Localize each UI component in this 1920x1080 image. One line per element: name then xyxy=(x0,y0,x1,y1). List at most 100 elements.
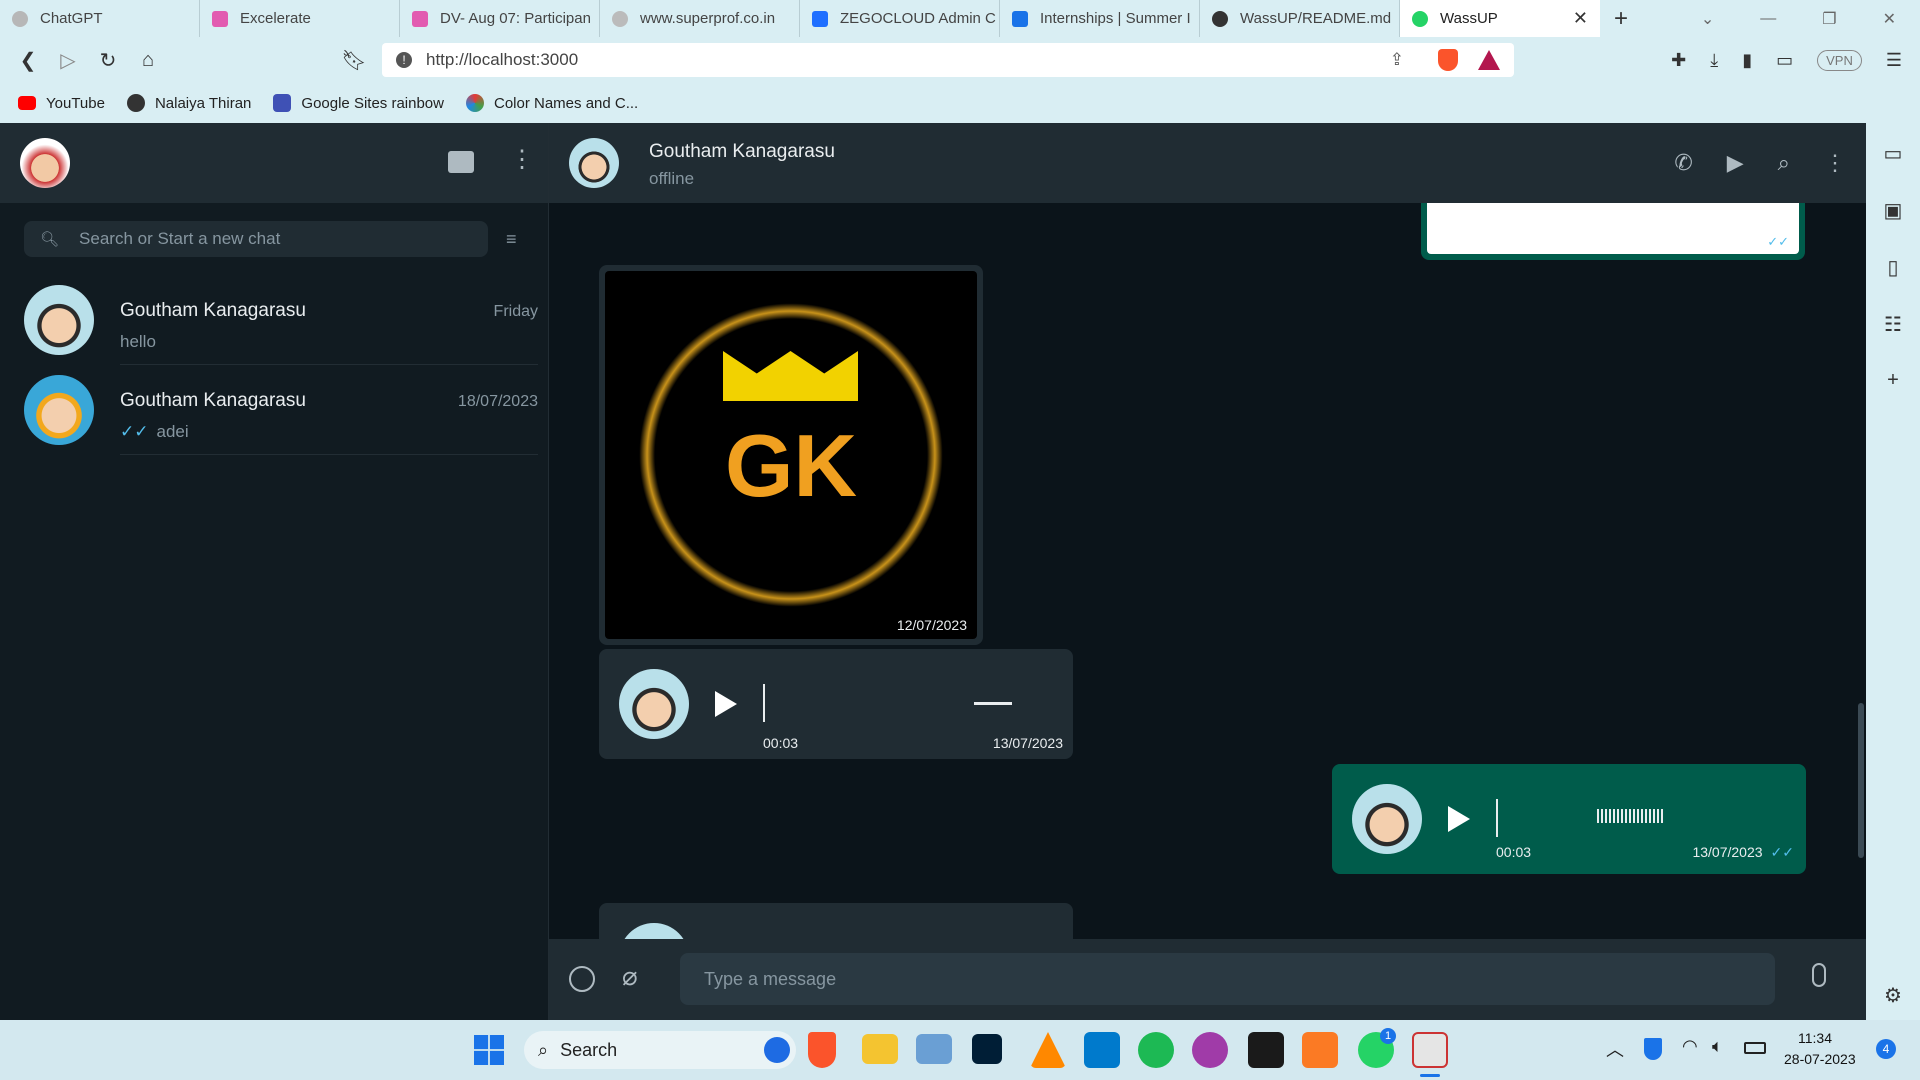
sidebar-toggle-icon[interactable]: ▮ xyxy=(1742,50,1752,71)
reading-list-icon[interactable]: ☷ xyxy=(1884,312,1902,337)
settings-icon[interactable]: ⚙ xyxy=(1884,983,1902,1008)
xampp-icon[interactable] xyxy=(1302,1032,1338,1068)
site-info-icon[interactable]: ! xyxy=(396,52,412,68)
waveform-icon xyxy=(1597,809,1663,823)
share-icon[interactable]: ⇪ xyxy=(1390,50,1404,70)
browser-tab[interactable]: WassUP/README.md xyxy=(1200,0,1400,37)
snipping-tool-icon[interactable] xyxy=(1412,1032,1448,1068)
browser-tab[interactable]: ZEGOCLOUD Admin C xyxy=(800,0,1000,37)
photos-icon[interactable] xyxy=(916,1034,952,1064)
browser-tab[interactable]: ChatGPT xyxy=(0,0,200,37)
back-icon[interactable]: ❮ xyxy=(8,48,48,73)
chat-list-item[interactable]: Goutham Kanagarasu ✓✓ adei 18/07/2023 xyxy=(0,365,548,455)
outgoing-image-message[interactable]: ✓✓ xyxy=(1421,203,1805,260)
close-window-button[interactable]: ✕ xyxy=(1883,9,1896,29)
rewards-icon[interactable] xyxy=(1478,50,1500,70)
acrobat-icon[interactable] xyxy=(1248,1032,1284,1068)
new-chat-icon[interactable] xyxy=(448,151,474,173)
bookmarks-panel-icon[interactable]: ▯ xyxy=(1887,255,1898,280)
clock-time[interactable]: 11:34 xyxy=(1798,1030,1832,1046)
emoji-icon[interactable] xyxy=(569,966,595,992)
search-input[interactable]: 🔍︎ Search or Start a new chat xyxy=(24,221,488,257)
bookmark-youtube[interactable]: YouTube xyxy=(18,95,105,112)
incoming-image-message[interactable]: GK 12/07/2023 xyxy=(599,265,983,645)
add-panel-icon[interactable]: + xyxy=(1887,369,1899,392)
my-avatar[interactable] xyxy=(20,138,70,188)
sender-avatar xyxy=(619,923,689,939)
search-icon[interactable]: ⌕ xyxy=(1778,150,1790,176)
taskbar-search[interactable]: ⌕ Search xyxy=(524,1031,796,1069)
windows-start-icon[interactable] xyxy=(474,1035,504,1065)
wallet-icon[interactable]: ▭ xyxy=(1776,50,1793,71)
close-tab-icon[interactable]: ✕ xyxy=(1573,8,1588,29)
browser-tab[interactable]: Excelerate xyxy=(200,0,400,37)
chat-list-item[interactable]: Goutham Kanagarasu hello Friday xyxy=(0,275,548,365)
download-icon[interactable]: ⤓ xyxy=(1710,50,1718,71)
volume-icon[interactable]: 🔈︎ xyxy=(1712,1036,1723,1057)
maximize-button[interactable]: ❐ xyxy=(1822,9,1836,29)
play-icon[interactable] xyxy=(1448,806,1470,832)
contact-avatar[interactable] xyxy=(569,138,619,188)
browser-tab[interactable]: Internships | Summer I xyxy=(1000,0,1200,37)
audio-duration: 00:03 xyxy=(1496,844,1532,860)
brave-shield-icon[interactable] xyxy=(1438,49,1458,71)
defender-icon[interactable] xyxy=(1644,1038,1662,1060)
reload-icon[interactable]: ↻ xyxy=(88,48,128,73)
notification-badge[interactable]: 4 xyxy=(1876,1039,1896,1059)
play-icon[interactable] xyxy=(715,691,737,717)
youtube-icon xyxy=(18,96,36,110)
bookmarks-bar: YouTube Nalaiya Thiran Google Sites rain… xyxy=(0,83,1920,123)
audio-duration: 00:03 xyxy=(763,735,799,751)
browser-tab[interactable]: www.superprof.co.in xyxy=(600,0,800,37)
scrollbar[interactable] xyxy=(1858,703,1864,858)
photoshop-icon[interactable] xyxy=(972,1034,1002,1064)
music-icon[interactable] xyxy=(1192,1032,1228,1068)
brave-icon[interactable] xyxy=(808,1032,836,1068)
internshala-icon xyxy=(1012,10,1028,27)
extensions-icon[interactable]: ✚ xyxy=(1671,50,1686,71)
browser-tab-active[interactable]: WassUP ✕ xyxy=(1400,0,1600,37)
minimize-button[interactable]: — xyxy=(1760,10,1776,28)
incoming-audio-message[interactable] xyxy=(599,903,1073,939)
menu-dots-icon[interactable]: ⋮ xyxy=(510,145,534,174)
battery-icon[interactable] xyxy=(1744,1042,1766,1054)
wallet-icon[interactable]: ▣ xyxy=(1884,198,1903,223)
bookmark-google-sites[interactable]: Google Sites rainbow xyxy=(273,94,444,112)
message-input[interactable]: Type a message xyxy=(680,953,1775,1005)
new-tab-button[interactable]: + xyxy=(1614,5,1628,33)
tray-chevron-icon[interactable]: ︿ xyxy=(1606,1036,1624,1062)
browser-tab[interactable]: DV- Aug 07: Participan xyxy=(400,0,600,37)
clock-date[interactable]: 28-07-2023 xyxy=(1784,1051,1856,1067)
outgoing-audio-message[interactable]: 00:03 13/07/2023 ✓✓ xyxy=(1332,764,1806,874)
forward-icon[interactable]: ▷ xyxy=(48,48,88,73)
filter-icon[interactable]: ≡ xyxy=(506,229,517,250)
audio-progress-line[interactable] xyxy=(1496,799,1498,837)
chat-name: Goutham Kanagarasu xyxy=(120,390,306,411)
chat-last-message: ✓✓ adei xyxy=(120,422,189,441)
vpn-button[interactable]: VPN xyxy=(1817,49,1862,71)
phone-icon[interactable]: ✆ xyxy=(1674,150,1692,176)
bookmark-icon[interactable]: 🔖︎ xyxy=(334,48,374,73)
vscode-icon[interactable] xyxy=(1084,1032,1120,1068)
bookmark-color-names[interactable]: Color Names and C... xyxy=(466,94,638,112)
conversation-header: Goutham Kanagarasu offline ✆ ▶︎ ⌕ ⋮ xyxy=(549,123,1866,203)
bookmark-nalaiya-thiran[interactable]: Nalaiya Thiran xyxy=(126,94,251,112)
vlc-icon[interactable] xyxy=(1030,1032,1066,1068)
menu-dots-icon[interactable]: ⋮ xyxy=(1824,150,1846,176)
attach-icon[interactable]: ⌀ xyxy=(622,961,638,992)
video-call-icon[interactable]: ▶︎ xyxy=(1727,150,1744,176)
spotify-icon[interactable] xyxy=(1138,1032,1174,1068)
menu-icon[interactable]: ☰ xyxy=(1886,50,1902,71)
home-icon[interactable]: ⌂ xyxy=(128,49,168,72)
incoming-audio-message[interactable]: 00:03 13/07/2023 xyxy=(599,649,1073,759)
wifi-icon[interactable]: ◠ xyxy=(1682,1036,1698,1057)
address-bar[interactable]: ! http://localhost:3000 ⇪ xyxy=(382,43,1514,77)
audio-progress-line[interactable] xyxy=(763,684,765,722)
microphone-icon[interactable] xyxy=(1812,963,1826,987)
contact-status: offline xyxy=(649,169,695,188)
video-panel-icon[interactable]: ▭ xyxy=(1884,141,1903,166)
tab-search-icon[interactable]: ⌄ xyxy=(1701,9,1714,29)
contact-avatar xyxy=(24,375,94,445)
color-wheel-icon xyxy=(466,94,484,112)
file-explorer-icon[interactable] xyxy=(862,1034,898,1064)
